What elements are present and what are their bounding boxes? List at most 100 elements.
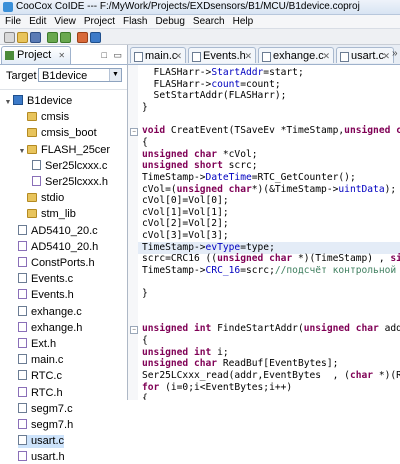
collapse-icon[interactable]: ▼ [4, 96, 12, 109]
code-line[interactable]: unsigned int FindeStartAddr(unsigned cha… [142, 323, 400, 335]
tree-item-ad5410-20-h[interactable]: AD5410_20.h [18, 240, 98, 254]
build-icon[interactable] [47, 32, 58, 43]
code-line[interactable]: unsigned short scrc; [142, 160, 258, 172]
code-line[interactable]: unsigned char *cVol; [142, 149, 258, 161]
code-line[interactable]: cVol[3]=Vol[3]; [142, 230, 229, 242]
fold-icon[interactable]: − [130, 128, 138, 137]
editor-tab-bar: main.c ✕ Events.h ✕ exhange.c ✕ usart.c ✕» [128, 45, 400, 65]
close-icon[interactable]: ✕ [244, 48, 252, 64]
code-line[interactable]: { [142, 335, 148, 347]
code-line[interactable]: { [142, 137, 148, 149]
menu-view[interactable]: View [50, 15, 80, 28]
menu-file[interactable]: File [0, 15, 25, 28]
menu-debug[interactable]: Debug [151, 15, 188, 28]
chevron-down-icon[interactable]: ▼ [109, 69, 121, 81]
h-file-icon [18, 451, 27, 462]
code-line[interactable]: SetStartAddr(FLASHarr); [142, 90, 287, 102]
debug-icon[interactable] [90, 32, 101, 43]
code-line[interactable]: void CreatEvent(TSaveEv *TimeStamp,unsig… [142, 125, 400, 137]
new-file-icon[interactable] [4, 32, 15, 43]
tree-item-ext-h[interactable]: Ext.h [18, 338, 56, 351]
tree-item-label: cmsis_boot [41, 127, 97, 140]
tree-item-flash-25cer[interactable]: ▼ FLASH_25cer [18, 144, 111, 158]
editor-tab-events-h[interactable]: Events.h ✕ [188, 47, 256, 63]
keyword-token: unsigned char [142, 358, 218, 370]
download-icon[interactable] [77, 32, 88, 43]
tree-item-constports-h[interactable]: ConstPorts.h [18, 257, 95, 270]
code-line[interactable]: } [142, 102, 148, 114]
code-line[interactable]: TimeStamp->CRC_16=scrc;//подсчёт контрол… [142, 265, 400, 277]
tree-item-rtc-h[interactable]: RTC.h [18, 386, 63, 400]
collapse-icon[interactable]: ▼ [18, 145, 26, 158]
save-icon[interactable] [30, 32, 41, 43]
tree-item-rtc-c[interactable]: RTC.c [18, 370, 62, 383]
code-token: (i=0;i<EventBytes;i++) [159, 381, 293, 393]
tree-item-events-c[interactable]: Events.c [18, 273, 73, 286]
tree-item-label: main.c [31, 354, 64, 367]
tree-item-exhange-c[interactable]: exhange.c [18, 305, 82, 319]
tree-item-ser25lcxxx-c[interactable]: Ser25lcxxx.c [32, 159, 107, 173]
code-token: cVol=( [142, 183, 177, 195]
code-line[interactable]: { [142, 393, 148, 400]
code-line[interactable]: cVol[2]=Vol[2]; [142, 218, 229, 230]
code-line[interactable]: scrc=CRC16 ((unsigned char *)(TimeStamp)… [142, 253, 400, 265]
open-folder-icon[interactable] [17, 32, 28, 43]
project-icon [13, 95, 23, 105]
code-line[interactable]: unsigned int i; [142, 347, 229, 359]
panel-divider [0, 64, 127, 65]
close-icon[interactable]: ✕ [322, 48, 330, 64]
tree-item-cmsis-boot[interactable]: cmsis_boot [18, 127, 97, 140]
keyword-token: unsigned short [142, 160, 223, 172]
close-icon[interactable]: ✕ [382, 48, 390, 64]
menu-search[interactable]: Search [189, 15, 229, 28]
code-line[interactable]: } [142, 288, 148, 300]
tree-item-stm-lib[interactable]: stm_lib [18, 208, 76, 221]
menu-project[interactable]: Project [80, 15, 119, 28]
keyword-token: unsigned char [176, 183, 252, 195]
tree-item-main-c[interactable]: main.c [18, 354, 63, 367]
code-line[interactable]: TimeStamp->evType=type; [142, 242, 275, 254]
tree-item-ad5410-20-c[interactable]: AD5410_20.c [18, 224, 98, 238]
tree-item-exhange-h[interactable]: exhange.h [18, 321, 82, 335]
tree-item-cmsis[interactable]: cmsis [18, 111, 69, 124]
project-tab[interactable]: Project ✕ [1, 46, 71, 64]
close-icon[interactable]: ✕ [174, 48, 182, 64]
code-area[interactable]: FLASHarr->StartAddr=start; FLASHarr->cou… [128, 65, 400, 400]
tree-item-stdio[interactable]: stdio [18, 192, 64, 205]
code-line[interactable]: Ser25LCxxx_read(addr,EventBytes , (char … [142, 370, 400, 382]
editor-tab-exhange-c[interactable]: exhange.c ✕ [258, 47, 334, 63]
tab-overflow-icon[interactable]: » [392, 48, 398, 59]
title-bar: CooCox CoIDE --- F:/MyWork/Projects/EXDs… [0, 0, 400, 15]
keyword-token: unsigned int [142, 323, 212, 335]
tree-item-usart-h[interactable]: usart.h [18, 451, 65, 464]
code-line[interactable]: for (i=0;i<EventBytes;i++) [142, 382, 292, 394]
code-line[interactable]: FLASHarr->count=count; [142, 79, 281, 91]
code-line[interactable]: cVol[1]=Vol[1]; [142, 207, 229, 219]
fold-icon[interactable]: − [130, 326, 138, 335]
code-line[interactable]: FLASHarr->StartAddr=start; [142, 67, 304, 79]
rebuild-icon[interactable] [60, 32, 71, 43]
menu-edit[interactable]: Edit [25, 15, 50, 28]
code-line[interactable]: cVol[0]=Vol[0]; [142, 195, 229, 207]
menu-flash[interactable]: Flash [119, 15, 151, 28]
code-token: cVol[3]=Vol[3]; [142, 230, 229, 242]
coide-app-icon [3, 2, 13, 12]
tree-item-label: cmsis [41, 111, 70, 124]
code-line[interactable]: unsigned char ReadBuf[EventBytes]; [142, 358, 338, 370]
editor-tab-main-c[interactable]: main.c ✕ [130, 47, 186, 63]
tree-item-segm7-h[interactable]: segm7.h [18, 419, 73, 432]
tree-item-segm7-c[interactable]: segm7.c [18, 402, 73, 416]
project-tab-label: Project [17, 49, 52, 61]
editor-tab-usart-c[interactable]: usart.c ✕ [336, 47, 394, 63]
menu-help[interactable]: Help [229, 15, 258, 28]
target-select[interactable]: B1device ▼ [38, 68, 122, 82]
tree-item-usart-c[interactable]: usart.c [18, 435, 65, 449]
code-token: { [142, 334, 148, 346]
panel-window-controls[interactable]: □ ▭ [102, 50, 124, 61]
tree-item-ser25lcxxx-h[interactable]: Ser25lcxxx.h [32, 176, 108, 189]
tree-item-events-h[interactable]: Events.h [18, 289, 74, 302]
code-line[interactable]: cVol=(unsigned char*)(&TimeStamp->uintDa… [142, 184, 396, 196]
code-line[interactable]: TimeStamp->DateTime=RTC_GetCounter(); [142, 172, 356, 184]
close-icon[interactable]: ✕ [58, 51, 65, 60]
tree-item-b1device[interactable]: ▼ B1device [4, 95, 72, 108]
